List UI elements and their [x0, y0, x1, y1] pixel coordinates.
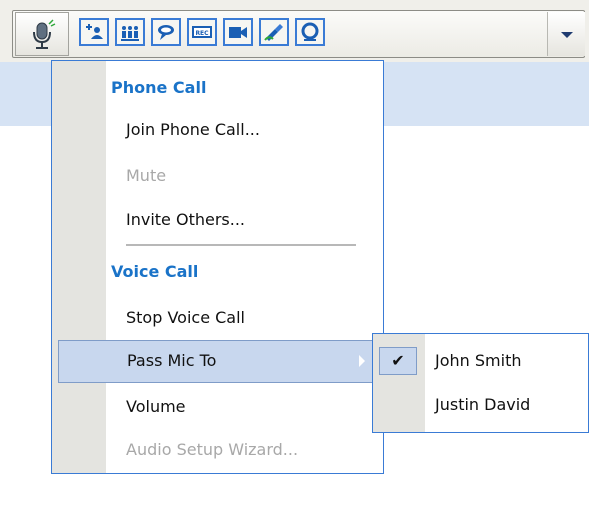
- record-icon: REC: [192, 26, 212, 38]
- annotate-icon: [264, 24, 283, 41]
- share-button[interactable]: [295, 18, 325, 46]
- submenu-item-label: Justin David: [435, 395, 531, 414]
- submenu-item-john-smith[interactable]: ✔ John Smith: [373, 339, 588, 383]
- menu-item-volume[interactable]: Volume: [52, 386, 383, 428]
- record-label: REC: [195, 30, 209, 37]
- microphone-icon: [33, 19, 56, 49]
- attendees-icon: [121, 26, 139, 41]
- add-user-icon: [86, 24, 103, 39]
- video-button[interactable]: [223, 18, 253, 46]
- menu-header-phone-call: Phone Call: [52, 67, 383, 109]
- menu-separator: [126, 244, 356, 246]
- menu-item-mute: Mute: [52, 155, 383, 197]
- menu-item-label: Audio Setup Wizard...: [126, 440, 299, 459]
- menu-item-label: Volume: [126, 397, 186, 416]
- video-icon: [229, 27, 247, 38]
- menu-item-invite-others[interactable]: Invite Others...: [52, 199, 383, 241]
- menu-header-label: Phone Call: [111, 78, 207, 97]
- menu-item-label: Stop Voice Call: [126, 308, 245, 327]
- chevron-down-icon: [561, 32, 573, 38]
- menu-header-voice-call: Voice Call: [52, 251, 383, 293]
- attendees-button[interactable]: [115, 18, 145, 46]
- toolbar: REC: [0, 0, 589, 62]
- checkmark-icon: ✔: [379, 347, 417, 375]
- chat-button[interactable]: [151, 18, 181, 46]
- microphone-button[interactable]: [15, 12, 69, 56]
- annotate-button[interactable]: [259, 18, 289, 46]
- menu-item-stop-voice-call[interactable]: Stop Voice Call: [52, 297, 383, 339]
- submenu-item-label: John Smith: [435, 351, 522, 370]
- menu-item-label: Pass Mic To: [127, 351, 217, 370]
- menu-item-pass-mic-to[interactable]: Pass Mic To: [58, 340, 380, 383]
- menu-item-label: Invite Others...: [126, 210, 245, 229]
- menu-header-label: Voice Call: [111, 262, 199, 281]
- menu-item-label: Mute: [126, 166, 167, 185]
- menu-item-label: Join Phone Call...: [126, 120, 260, 139]
- chat-icon: [158, 25, 174, 40]
- menu-item-join-phone-call[interactable]: Join Phone Call...: [52, 109, 383, 151]
- share-icon: [301, 22, 319, 41]
- record-button[interactable]: REC: [187, 18, 217, 46]
- submenu-item-justin-david[interactable]: Justin David: [373, 383, 588, 427]
- menu-item-audio-setup-wizard: Audio Setup Wizard...: [52, 429, 383, 471]
- pass-mic-submenu: ✔ John Smith Justin David: [372, 333, 589, 433]
- audio-menu: Phone Call Join Phone Call... Mute Invit…: [51, 60, 384, 474]
- add-user-button[interactable]: [79, 18, 109, 46]
- toolbar-dropdown-button[interactable]: [547, 12, 585, 56]
- submenu-arrow-icon: [359, 355, 365, 367]
